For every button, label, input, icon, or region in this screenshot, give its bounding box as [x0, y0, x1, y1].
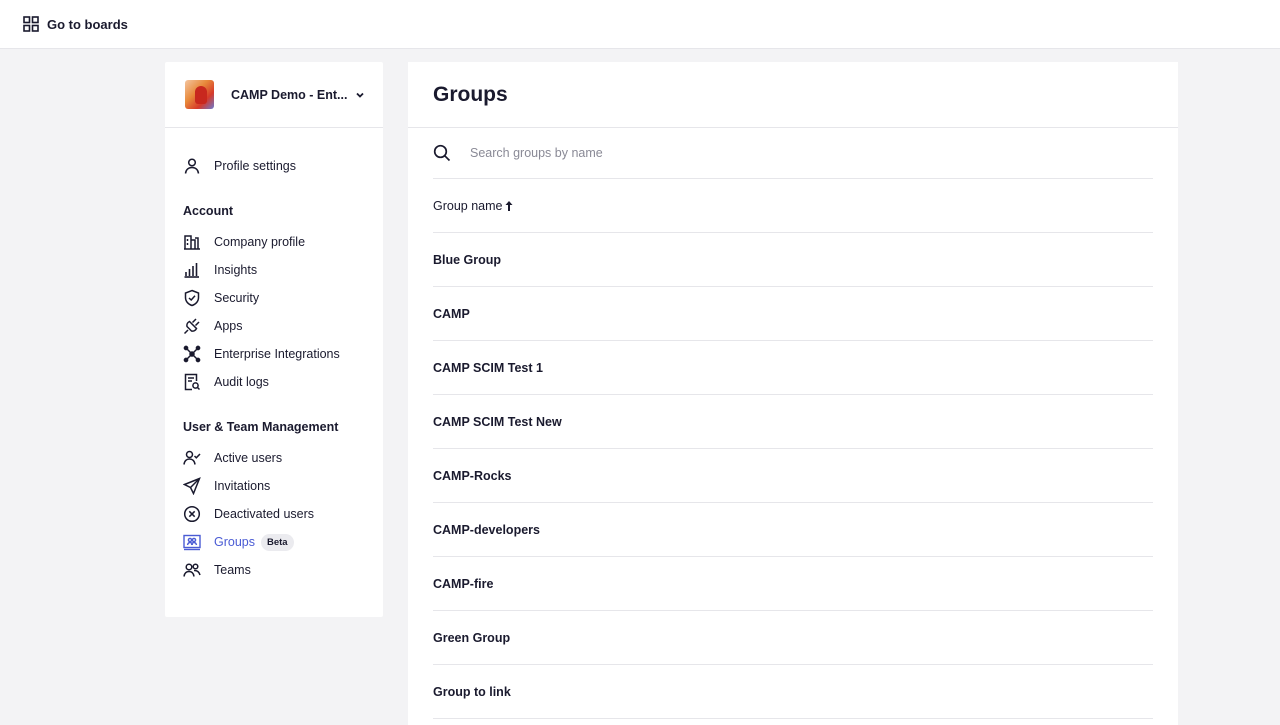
plug-icon	[183, 318, 200, 335]
org-switcher[interactable]: CAMP Demo - Ent...	[165, 62, 383, 128]
group-name: CAMP	[433, 306, 470, 321]
sort-ascending-icon	[505, 200, 513, 211]
group-name: Green Group	[433, 630, 511, 645]
table-row[interactable]: CAMP SCIM Test 1	[433, 341, 1153, 395]
sidebar-item-teams[interactable]: Teams	[165, 556, 383, 584]
table-row[interactable]: CAMP-Rocks	[433, 449, 1153, 503]
go-to-boards-link[interactable]: Go to boards	[23, 16, 128, 32]
groups-list: Blue Group CAMP CAMP SCIM Test 1 CAMP SC…	[408, 233, 1178, 719]
column-header-label: Group name	[433, 198, 503, 213]
sidebar-item-label: Deactivated users	[214, 507, 315, 521]
go-to-boards-label: Go to boards	[47, 16, 128, 32]
org-avatar	[185, 80, 214, 109]
groups-panel: Groups Group name Blue Group CAMP CAMP S…	[408, 62, 1178, 725]
org-name: CAMP Demo - Ent...	[231, 87, 348, 102]
sidebar-item-active-users[interactable]: Active users	[165, 444, 383, 472]
sidebar-item-company-profile[interactable]: Company profile	[165, 228, 383, 256]
table-row[interactable]: Group to link	[433, 665, 1153, 719]
sidebar-item-label: Profile settings	[214, 159, 296, 173]
group-name: CAMP-developers	[433, 522, 540, 537]
sidebar-item-label: Teams	[214, 563, 251, 577]
sidebar-item-label: Security	[214, 291, 260, 305]
sidebar-item-insights[interactable]: Insights	[165, 256, 383, 284]
sidebar-item-label: Invitations	[214, 479, 271, 493]
table-row[interactable]: CAMP-developers	[433, 503, 1153, 557]
sidebar-item-label: Audit logs	[214, 375, 269, 389]
sidebar-item-audit-logs[interactable]: Audit logs	[165, 368, 383, 396]
team-icon	[183, 563, 201, 577]
sidebar-item-label: Company profile	[214, 235, 306, 249]
shield-check-icon	[184, 289, 200, 307]
search-bar	[433, 128, 1153, 179]
chevron-down-icon	[356, 92, 365, 98]
group-name: CAMP SCIM Test New	[433, 414, 562, 429]
search-input[interactable]	[470, 146, 1153, 160]
user-check-icon	[183, 450, 201, 465]
group-name: CAMP SCIM Test 1	[433, 360, 543, 375]
sidebar-item-label: Apps	[214, 319, 243, 333]
section-title-account: Account	[183, 204, 233, 218]
top-bar: Go to boards	[0, 0, 1280, 49]
section-title-user-team-management: User & Team Management	[183, 420, 339, 434]
sidebar-item-deactivated-users[interactable]: Deactivated users	[165, 500, 383, 528]
page-title: Groups	[433, 82, 508, 106]
table-row[interactable]: CAMP-fire	[433, 557, 1153, 611]
sidebar-item-enterprise-integrations[interactable]: Enterprise Integrations	[165, 340, 383, 368]
search-icon	[433, 144, 451, 162]
group-name: Blue Group	[433, 252, 502, 267]
table-row[interactable]: Green Group	[433, 611, 1153, 665]
group-name: Group to link	[433, 684, 511, 699]
circle-x-icon	[183, 505, 201, 523]
integrations-icon	[183, 345, 201, 363]
grid-icon	[23, 16, 39, 32]
sidebar-item-label: Insights	[214, 263, 258, 277]
sidebar-item-groups[interactable]: Groups Beta	[165, 528, 383, 556]
user-icon	[184, 158, 200, 174]
table-row[interactable]: CAMP	[433, 287, 1153, 341]
sidebar-item-label: Enterprise Integrations	[214, 347, 340, 361]
settings-sidebar: CAMP Demo - Ent... Profile settings Acco…	[165, 62, 383, 617]
table-row[interactable]: Blue Group	[433, 233, 1153, 287]
building-icon	[184, 235, 200, 250]
sidebar-item-invitations[interactable]: Invitations	[165, 472, 383, 500]
sidebar-item-profile-settings[interactable]: Profile settings	[165, 152, 383, 180]
group-name: CAMP-fire	[433, 576, 494, 591]
sidebar-item-apps[interactable]: Apps	[165, 312, 383, 340]
sidebar-item-label: Groups	[214, 535, 255, 549]
groups-icon	[183, 534, 201, 551]
paper-plane-icon	[183, 477, 201, 495]
bar-chart-icon	[184, 263, 199, 278]
sidebar-menu: Profile settings Account Company profile…	[165, 128, 383, 584]
audit-log-icon	[184, 373, 201, 391]
sidebar-item-label: Active users	[214, 451, 283, 465]
panel-header: Groups	[408, 62, 1178, 128]
sidebar-item-security[interactable]: Security	[165, 284, 383, 312]
group-name: CAMP-Rocks	[433, 468, 512, 483]
group-name-column-header[interactable]: Group name	[433, 179, 1153, 233]
table-row[interactable]: CAMP SCIM Test New	[433, 395, 1153, 449]
beta-badge: Beta	[261, 533, 294, 551]
